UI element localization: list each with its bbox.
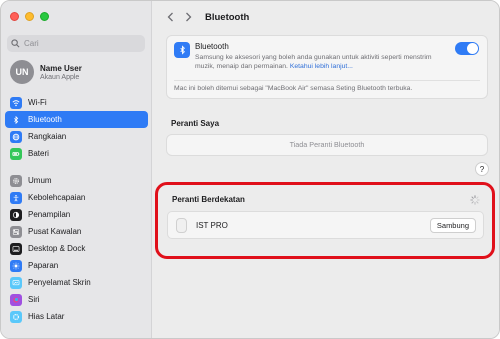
nearby-devices-highlight: Peranti Berdekatan IST PRO Sambung	[155, 182, 495, 259]
sidebar-item-label: Desktop & Dock	[28, 244, 86, 253]
sidebar-item-displays[interactable]: Paparan	[5, 257, 148, 274]
connect-button[interactable]: Sambung	[429, 218, 476, 233]
help-button[interactable]: ?	[475, 162, 489, 176]
apple-account[interactable]: UN Name User Akaun Apple	[10, 60, 82, 84]
gear-icon	[10, 174, 22, 187]
sidebar-item-bluetooth[interactable]: Bluetooth	[5, 111, 148, 128]
search-icon	[11, 39, 20, 48]
divider	[174, 80, 480, 81]
battery-icon	[10, 147, 22, 160]
sidebar-item-label: Rangkaian	[28, 132, 67, 141]
sidebar-item-control-center[interactable]: Pusat Kawalan	[5, 223, 148, 240]
control-center-icon	[10, 225, 22, 238]
device-name: IST PRO	[196, 221, 228, 230]
sidebar-item-label: Bateri	[28, 149, 49, 158]
sidebar-item-label: Penyelamat Skrin	[28, 278, 91, 287]
display-icon	[10, 259, 22, 272]
no-devices-text: Tiada Peranti Bluetooth	[289, 140, 365, 149]
globe-icon	[10, 130, 22, 143]
bluetooth-card: Bluetooth Samsung ke aksesori yang boleh…	[166, 35, 488, 99]
user-name: Name User	[40, 63, 82, 73]
accessibility-icon	[10, 191, 22, 204]
chevron-left-icon	[167, 12, 173, 22]
dock-icon	[10, 242, 22, 255]
device-row[interactable]: IST PRO Sambung	[167, 211, 484, 239]
siri-icon	[10, 293, 22, 306]
sidebar-group-connectivity: Wi-Fi Bluetooth Rangkaian Bateri	[5, 94, 148, 162]
sidebar-item-label: Pusat Kawalan	[28, 227, 82, 236]
learn-more-link[interactable]: Ketahui lebih lanjut...	[290, 63, 353, 70]
discoverable-note: Mac ini boleh ditemui sebagai "MacBook A…	[174, 85, 413, 92]
sidebar-item-label: Kebolehcapaian	[28, 193, 86, 202]
appearance-icon	[10, 208, 22, 221]
sidebar-item-label: Bluetooth	[28, 115, 62, 124]
toolbar: Bluetooth	[163, 9, 249, 25]
sidebar-item-label: Umum	[28, 176, 52, 185]
sidebar-item-siri[interactable]: Siri	[5, 291, 148, 308]
sidebar-item-wallpaper[interactable]: Hias Latar	[5, 308, 148, 325]
my-devices-card: Tiada Peranti Bluetooth	[166, 134, 488, 156]
wifi-icon	[10, 96, 22, 109]
minimize-window-button[interactable]	[25, 12, 34, 21]
sidebar-item-wifi[interactable]: Wi-Fi	[5, 94, 148, 111]
loading-spinner-icon	[470, 195, 480, 205]
back-button[interactable]	[163, 9, 177, 25]
bluetooth-description: Samsung ke aksesori yang boleh anda guna…	[195, 53, 445, 71]
search-placeholder: Cari	[24, 39, 39, 48]
avatar: UN	[10, 60, 34, 84]
sidebar-item-accessibility[interactable]: Kebolehcapaian	[5, 189, 148, 206]
sidebar-item-label: Hias Latar	[28, 312, 65, 321]
zoom-window-button[interactable]	[40, 12, 49, 21]
sidebar: Cari UN Name User Akaun Apple Wi-Fi Blue…	[1, 1, 152, 338]
forward-button[interactable]	[181, 9, 195, 25]
bluetooth-title: Bluetooth	[195, 42, 229, 51]
sidebar-item-screensaver[interactable]: Penyelamat Skrin	[5, 274, 148, 291]
user-subtitle: Akaun Apple	[40, 73, 80, 81]
sidebar-item-general[interactable]: Umum	[5, 172, 148, 189]
sidebar-item-label: Paparan	[28, 261, 59, 270]
sidebar-item-label: Siri	[28, 295, 40, 304]
settings-window: Cari UN Name User Akaun Apple Wi-Fi Blue…	[0, 0, 500, 339]
sidebar-group-system: Umum Kebolehcapaian Penampilan Pusat Kaw…	[5, 172, 148, 325]
sidebar-item-appearance[interactable]: Penampilan	[5, 206, 148, 223]
sidebar-item-desktop-dock[interactable]: Desktop & Dock	[5, 240, 148, 257]
nearby-devices-heading: Peranti Berdekatan	[172, 195, 245, 204]
close-window-button[interactable]	[10, 12, 19, 21]
sidebar-item-label: Penampilan	[28, 210, 71, 219]
bluetooth-icon	[174, 42, 190, 58]
sidebar-item-label: Wi-Fi	[28, 98, 47, 107]
screensaver-icon	[10, 276, 22, 289]
bluetooth-icon	[10, 113, 22, 126]
page-title: Bluetooth	[205, 11, 250, 23]
bluetooth-toggle[interactable]	[455, 42, 479, 55]
wallpaper-icon	[10, 310, 22, 323]
chevron-right-icon	[185, 12, 191, 22]
speaker-icon	[176, 218, 187, 233]
sidebar-item-network[interactable]: Rangkaian	[5, 128, 148, 145]
sidebar-item-battery[interactable]: Bateri	[5, 145, 148, 162]
main-pane: Bluetooth Bluetooth Samsung ke aksesori …	[153, 1, 499, 338]
window-controls	[10, 12, 49, 21]
search-input[interactable]: Cari	[7, 35, 145, 52]
my-devices-heading: Peranti Saya	[171, 119, 220, 128]
